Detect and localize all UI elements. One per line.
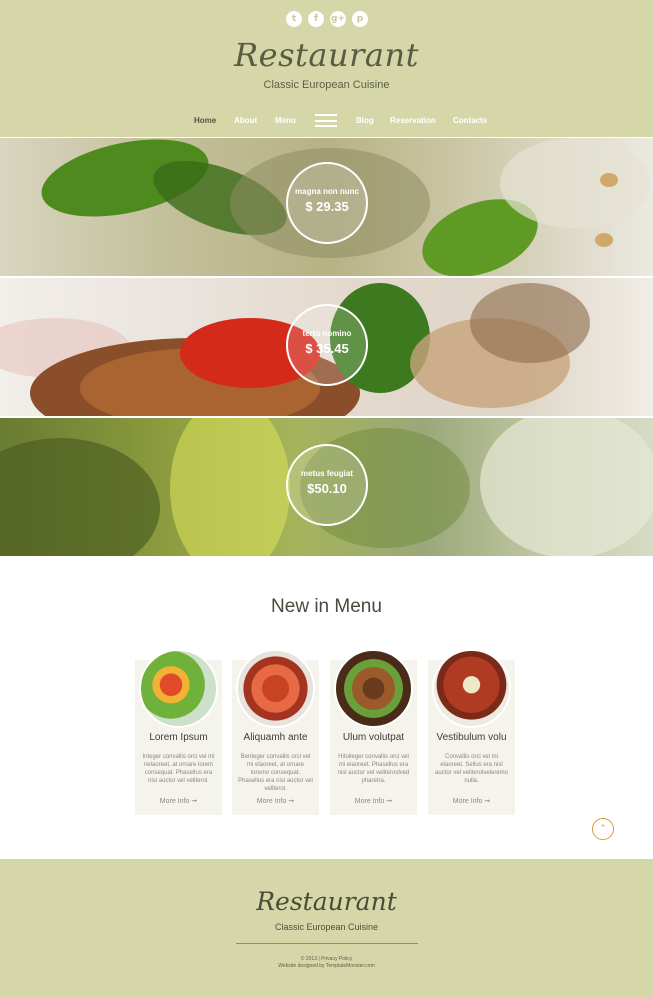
section-title: New in Menu (271, 596, 382, 617)
more-info-link[interactable]: More Info ➞ (428, 797, 515, 805)
card-title[interactable]: Aliquamh ante (232, 732, 319, 743)
nav-reservation[interactable]: Reservation (390, 116, 436, 125)
dish-price: $ 29.35 (305, 199, 349, 214)
banner-olive-oil[interactable]: metus feugiat $50.10 (0, 418, 653, 556)
site-header: t f g+ p Restaurant Classic European Cui… (0, 0, 653, 137)
site-logo[interactable]: Restaurant (0, 36, 653, 74)
price-circle: terto nomino $ 35.45 (286, 304, 368, 386)
nav-blog[interactable]: Blog (356, 116, 374, 125)
more-info-link[interactable]: More Info ➞ (330, 797, 417, 805)
site-footer: Restaurant Classic European Cuisine © 20… (0, 859, 653, 998)
chevron-up-icon: ⌃ (599, 824, 607, 834)
price-circle: magna non nunc $ 29.35 (286, 162, 368, 244)
dish-name: metus feugiat (300, 469, 353, 478)
arrow-right-icon: ➞ (484, 798, 491, 805)
dish-photo[interactable] (334, 649, 413, 728)
footer-tagline: Classic European Cuisine (274, 922, 379, 932)
facebook-icon[interactable]: f (308, 11, 324, 27)
arrow-right-icon: ➞ (386, 798, 393, 805)
card-title[interactable]: Vestibulum volu (428, 732, 515, 743)
site-tagline: Classic European Cuisine (263, 79, 390, 91)
dish-photo[interactable] (236, 649, 315, 728)
nav-home[interactable]: Home (194, 116, 216, 125)
more-info-link[interactable]: More Info ➞ (232, 797, 319, 805)
nav-menu[interactable]: Menu (275, 116, 296, 125)
arrow-right-icon: ➞ (288, 798, 295, 805)
dish-photo[interactable] (139, 649, 218, 728)
menu-card: Ulum volutpat Hitoileger convallis orci … (330, 649, 417, 815)
banner-pasta[interactable]: magna non nunc $ 29.35 (0, 138, 653, 276)
dish-price: $ 35.45 (305, 341, 349, 356)
pinterest-icon[interactable]: p (352, 11, 368, 27)
footer-logo[interactable]: Restaurant (0, 887, 653, 916)
nav-about[interactable]: About (234, 116, 257, 125)
more-info-link[interactable]: More Info ➞ (135, 797, 222, 805)
twitter-icon[interactable]: t (286, 11, 302, 27)
card-title[interactable]: Lorem Ipsum (135, 732, 222, 743)
card-text: Integer convallis orci vel mi nelaoreet,… (142, 754, 215, 784)
menu-card: Aliquamh ante Benteger convallis orci ve… (232, 649, 319, 815)
footer-divider (236, 943, 418, 944)
googleplus-icon[interactable]: g+ (330, 11, 346, 27)
price-circle: metus feugiat $50.10 (286, 444, 368, 526)
dish-name: terto nomino (302, 329, 352, 338)
footer-credit[interactable]: Website designed by TemplateMonster.com (0, 963, 653, 969)
card-text: Benteger convallis orci vel mi elaoreet,… (238, 754, 313, 792)
card-text: Convallis orci vel mi elaoreet. Sellus e… (434, 754, 509, 784)
dish-price: $50.10 (307, 481, 347, 496)
banner-meat[interactable]: terto nomino $ 35.45 (0, 278, 653, 416)
scroll-to-top-button[interactable]: ⌃ (592, 818, 614, 840)
social-links: t f g+ p (286, 11, 368, 27)
arrow-right-icon: ➞ (191, 798, 198, 805)
dish-photo[interactable] (432, 649, 511, 728)
card-text: Hitoileger convallis orci vel mi elaoree… (337, 754, 410, 784)
nav-contacts[interactable]: Contacts (453, 116, 487, 125)
dish-name: magna non nunc (295, 187, 359, 196)
footer-copyright[interactable]: © 2013 | Privacy Policy (0, 956, 653, 962)
menu-icon[interactable] (315, 114, 337, 127)
menu-card: Vestibulum volu Convallis orci vel mi el… (428, 649, 515, 815)
menu-card: Lorem Ipsum Integer convallis orci vel m… (135, 649, 222, 815)
card-title[interactable]: Ulum volutpat (330, 732, 417, 743)
